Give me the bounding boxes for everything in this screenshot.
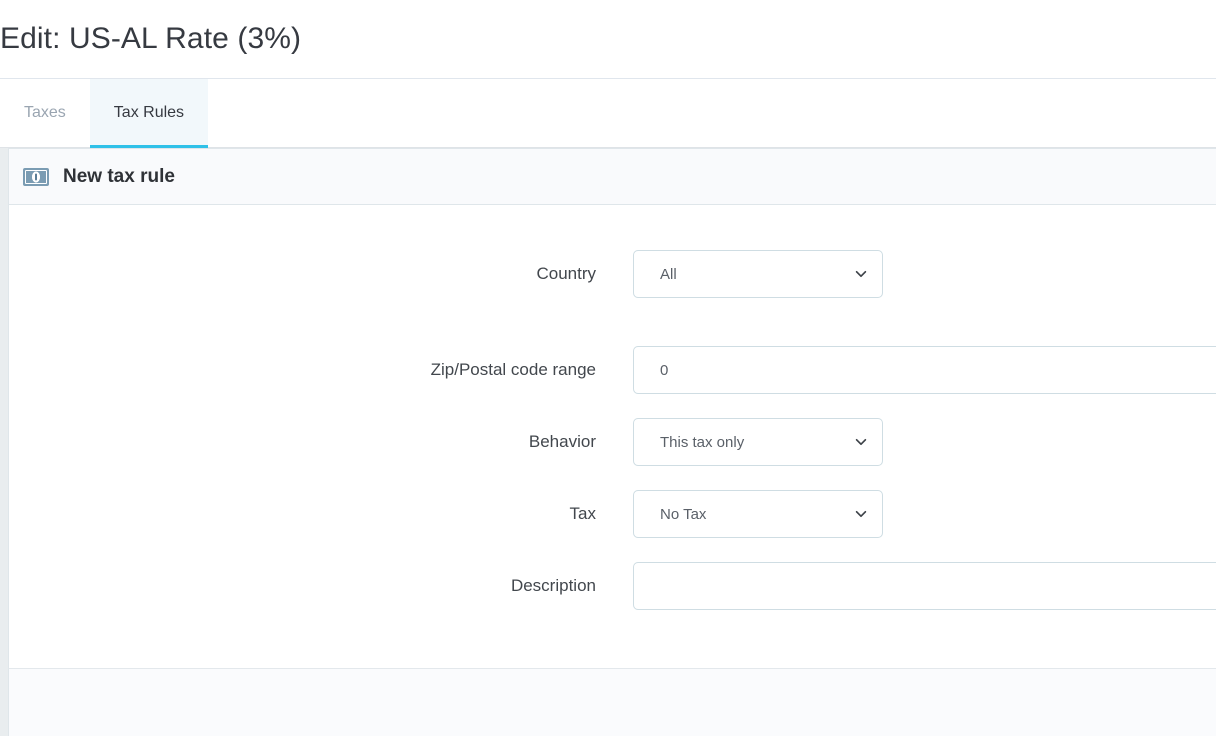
chevron-down-icon [855, 510, 867, 518]
banknote-icon [23, 167, 49, 186]
tab-tax-rules[interactable]: Tax Rules [89, 79, 209, 148]
banknote-icon-mark [35, 173, 37, 180]
behavior-select[interactable]: This tax only [633, 418, 883, 466]
label-tax: Tax [569, 504, 596, 523]
form-row-zip-range: Zip/Postal code range [9, 346, 1216, 394]
label-country: Country [536, 264, 596, 283]
tab-taxes[interactable]: Taxes [0, 79, 90, 147]
label-description: Description [510, 576, 596, 595]
country-select[interactable]: All [633, 250, 883, 298]
form-row-country: Country All [9, 250, 883, 298]
panel-wrapper: New tax rule Country All Zip/Postal code… [0, 148, 1216, 736]
panel-footer [8, 668, 1216, 736]
form-row-tax: Tax No Tax [9, 490, 883, 538]
page-background-gutter [0, 148, 8, 736]
label-zip-postal-code-range: Zip/Postal code range [430, 360, 596, 379]
panel-header-title: New tax rule [63, 165, 175, 187]
zip-postal-code-range-input[interactable] [633, 346, 1216, 394]
country-select-value: All [660, 265, 677, 283]
tax-select[interactable]: No Tax [633, 490, 883, 538]
chevron-down-icon [855, 270, 867, 278]
panel-header: New tax rule [9, 149, 1216, 205]
description-input[interactable] [633, 562, 1216, 610]
form-row-description: Description [9, 562, 1216, 610]
new-tax-rule-panel: New tax rule Country All Zip/Postal code… [8, 148, 1216, 736]
label-behavior: Behavior [528, 432, 596, 451]
behavior-select-value: This tax only [660, 433, 745, 451]
tax-select-value: No Tax [660, 505, 707, 523]
tab-bar: Taxes Tax Rules [0, 79, 1216, 148]
chevron-down-icon [855, 438, 867, 446]
page-root: Edit: US-AL Rate (3%) Taxes Tax Rules Ne… [0, 0, 1216, 736]
tax-rule-form: Country All Zip/Postal code range Beha [9, 205, 1216, 665]
form-row-behavior: Behavior This tax only [9, 418, 883, 466]
page-header: Edit: US-AL Rate (3%) [0, 0, 1216, 79]
page-title: Edit: US-AL Rate (3%) [0, 22, 302, 55]
